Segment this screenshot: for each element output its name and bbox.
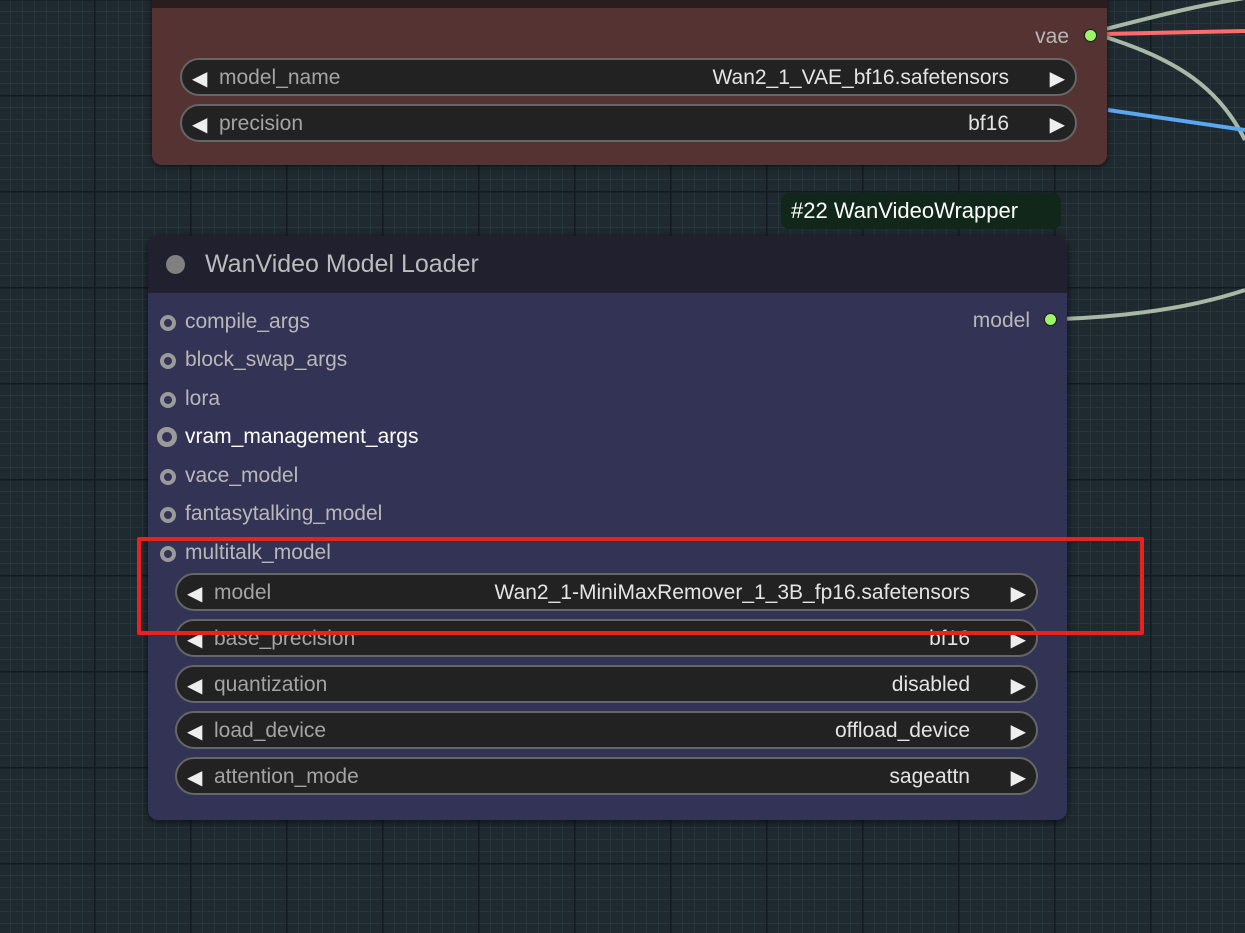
increment-arrow-icon[interactable]: ▶ <box>1011 673 1026 698</box>
vae-loader-node[interactable]: vae ◀ model_name Wan2_1_VAE_bf16.safeten… <box>152 0 1107 165</box>
model-output-slot[interactable] <box>1044 313 1057 326</box>
input-slot-icon[interactable] <box>160 469 176 485</box>
model-name-label: model_name <box>219 66 341 89</box>
increment-arrow-icon[interactable]: ▶ <box>1050 66 1065 91</box>
quantization-combo[interactable]: ◀ quantization disabled ▶ <box>175 665 1038 703</box>
decrement-arrow-icon[interactable]: ◀ <box>187 765 202 790</box>
vae-output-label: vae <box>1035 25 1069 48</box>
input-label: fantasytalking_model <box>185 502 383 525</box>
precision-label: precision <box>219 112 304 135</box>
attention-mode-value: sageattn <box>889 765 970 788</box>
decrement-arrow-icon[interactable]: ◀ <box>187 673 202 698</box>
input-slot-icon[interactable] <box>157 427 177 447</box>
input-label: block_swap_args <box>185 348 348 371</box>
model-name-combo[interactable]: ◀ model_name Wan2_1_VAE_bf16.safetensors… <box>180 58 1077 96</box>
vae-output-slot[interactable] <box>1084 29 1097 42</box>
decrement-arrow-icon[interactable]: ◀ <box>187 719 202 744</box>
decrement-arrow-icon[interactable]: ◀ <box>192 66 207 91</box>
wanvideo-model-loader-node[interactable]: WanVideo Model Loader model compile_args… <box>148 236 1067 820</box>
input-slot-icon[interactable] <box>160 353 176 369</box>
link-wire-vae <box>1101 29 1245 36</box>
node-header[interactable]: WanVideo Model Loader <box>148 236 1067 293</box>
load-device-combo[interactable]: ◀ load_device offload_device ▶ <box>175 711 1038 749</box>
attention-mode-label: attention_mode <box>214 765 359 788</box>
load-device-value: offload_device <box>834 719 970 742</box>
input-label: compile_args <box>185 310 310 333</box>
input-slot-icon[interactable] <box>160 507 176 523</box>
quantization-value: disabled <box>891 673 970 696</box>
input-label: vace_model <box>185 464 299 487</box>
highlight-annotation-box <box>137 537 1144 635</box>
model-name-value: Wan2_1_VAE_bf16.safetensors <box>712 66 1009 89</box>
input-label: lora <box>185 387 221 410</box>
node-title: WanVideo Model Loader <box>205 250 479 278</box>
input-label: vram_management_args <box>185 425 419 448</box>
input-slot-icon[interactable] <box>160 315 176 331</box>
node-id-badge: #22 WanVideoWrapper <box>781 193 1061 229</box>
input-slot-icon[interactable] <box>160 392 176 408</box>
quantization-label: quantization <box>214 673 328 696</box>
increment-arrow-icon[interactable]: ▶ <box>1050 112 1065 137</box>
collapse-dot-icon[interactable] <box>166 255 185 274</box>
decrement-arrow-icon[interactable]: ◀ <box>192 112 207 137</box>
precision-value: bf16 <box>968 112 1009 135</box>
increment-arrow-icon[interactable]: ▶ <box>1011 765 1026 790</box>
attention-mode-combo[interactable]: ◀ attention_mode sageattn ▶ <box>175 757 1038 795</box>
link-wire-model-out <box>1061 288 1245 321</box>
increment-arrow-icon[interactable]: ▶ <box>1011 719 1026 744</box>
precision-combo[interactable]: ◀ precision bf16 ▶ <box>180 104 1077 142</box>
link-wire-model-to-right <box>1101 34 1245 141</box>
model-output-label: model <box>972 309 1030 332</box>
vae-node-title-strip <box>152 0 1107 8</box>
link-wire-blue <box>1107 108 1245 132</box>
load-device-label: load_device <box>214 719 327 742</box>
link-wire-top <box>1101 0 1245 32</box>
